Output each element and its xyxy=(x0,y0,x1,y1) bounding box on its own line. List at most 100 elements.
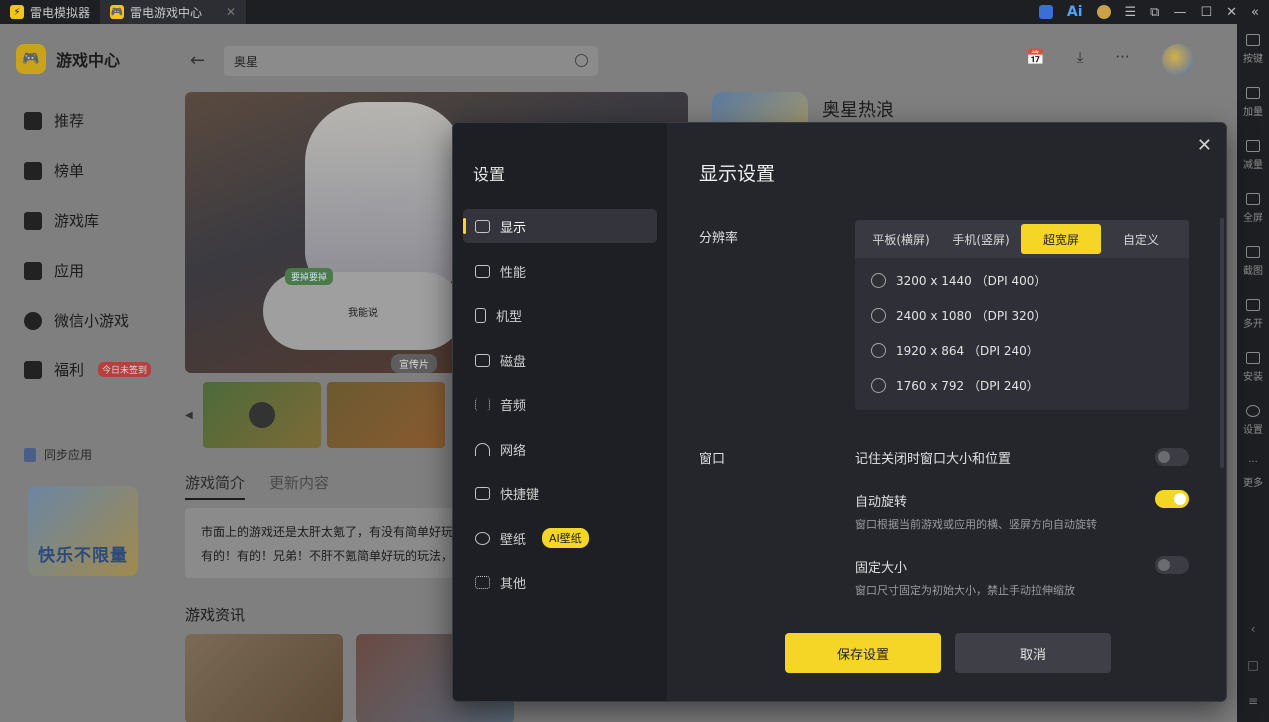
home-icon[interactable]: □ xyxy=(1247,658,1258,672)
phone-icon xyxy=(475,307,486,323)
sync-label: 同步应用 xyxy=(44,448,93,462)
resolution-option[interactable]: 3200 x 1440 （DPI 400） xyxy=(871,272,1046,289)
rb-screenshot[interactable]: 截图 xyxy=(1243,246,1263,299)
settings-menu-wallpaper[interactable]: 壁纸 AI壁纸 xyxy=(463,521,657,555)
settings-menu-display[interactable]: 显示 xyxy=(463,209,657,243)
sync-apps[interactable]: 同步应用 xyxy=(24,446,92,463)
maximize-icon[interactable]: ☐ xyxy=(1200,5,1212,20)
menu-label: 性能 xyxy=(500,265,527,281)
close-icon[interactable]: ✕ xyxy=(1197,135,1212,156)
rb-keyboard[interactable]: 按键 xyxy=(1243,34,1263,87)
settings-menu-audio[interactable]: 音频 xyxy=(463,387,657,421)
nav-item-library[interactable]: 游戏库 xyxy=(24,210,99,231)
settings-menu-other[interactable]: 其他 xyxy=(463,565,657,599)
scrollbar[interactable] xyxy=(1220,218,1224,468)
search-input[interactable]: 奥星 xyxy=(224,46,598,76)
promo-banner[interactable]: 快乐不限量 xyxy=(28,486,138,576)
tab-phone-portrait[interactable]: 手机(竖屏) xyxy=(941,224,1021,254)
tab-game-center[interactable]: 🎮 雷电游戏中心 ✕ xyxy=(100,0,247,24)
save-button[interactable]: 保存设置 xyxy=(785,633,941,673)
close-icon[interactable]: ✕ xyxy=(1226,5,1237,20)
gamepad-logo-icon: 🎮 xyxy=(16,44,46,74)
more-icon[interactable]: ··· xyxy=(1115,48,1129,66)
cancel-button[interactable]: 取消 xyxy=(955,633,1111,673)
tab-custom[interactable]: 自定义 xyxy=(1101,224,1181,254)
fixed-size-toggle[interactable] xyxy=(1155,556,1189,574)
signin-badge: 今日未签到 xyxy=(98,362,152,377)
radio-button[interactable] xyxy=(871,378,886,393)
radio-button[interactable] xyxy=(871,343,886,358)
settings-menu-network[interactable]: 网络 xyxy=(463,432,657,466)
thumbnail[interactable] xyxy=(327,382,445,448)
search-value: 奥星 xyxy=(234,54,259,69)
menu-label: 其他 xyxy=(500,576,527,592)
settings-menu-performance[interactable]: 性能 xyxy=(463,254,657,288)
audio-icon xyxy=(475,397,490,411)
resolution-option[interactable]: 1920 x 864 （DPI 240） xyxy=(871,342,1039,359)
ai-icon[interactable]: Ai xyxy=(1067,4,1083,20)
resolution-option[interactable]: 2400 x 1080 （DPI 320） xyxy=(871,307,1046,324)
back-icon[interactable]: ‹ xyxy=(1251,622,1256,636)
nav-item-apps[interactable]: 应用 xyxy=(24,260,84,281)
fullscreen-icon xyxy=(1246,193,1260,205)
tab-ultrawide[interactable]: 超宽屏 xyxy=(1021,224,1101,254)
avatar[interactable] xyxy=(1162,44,1194,76)
news-card[interactable] xyxy=(185,634,343,722)
tab-update-content[interactable]: 更新内容 xyxy=(269,472,329,500)
coin-icon[interactable] xyxy=(1096,5,1111,19)
settings-sidebar: 设置 显示 性能 机型 磁盘 音频 网络 快捷键 壁纸 AI壁纸 其他 xyxy=(453,123,667,701)
brand: 🎮 游戏中心 xyxy=(16,44,120,74)
scissors-icon xyxy=(1246,246,1260,258)
radio-button[interactable] xyxy=(871,308,886,323)
nav-item-welfare[interactable]: 福利 今日未签到 xyxy=(24,359,152,380)
rb-multi[interactable]: 多开 xyxy=(1243,299,1263,352)
collapse-icon[interactable]: « xyxy=(1251,5,1259,20)
settings-menu-disk[interactable]: 磁盘 xyxy=(463,343,657,377)
nav-item-recommend[interactable]: 推荐 xyxy=(24,110,84,131)
rb-label: 设置 xyxy=(1243,425,1263,436)
nav-item-wechat-games[interactable]: 微信小游戏 xyxy=(24,310,129,331)
back-arrow-icon[interactable]: ← xyxy=(190,50,205,71)
thumbnail[interactable] xyxy=(203,382,321,448)
search-icon[interactable] xyxy=(575,54,588,67)
tab-tablet-landscape[interactable]: 平板(横屏) xyxy=(861,224,941,254)
resolution-option-label: 1760 x 792 （DPI 240） xyxy=(896,379,1039,393)
settings-menu-hotkeys[interactable]: 快捷键 xyxy=(463,476,657,510)
nav-item-ranking[interactable]: 榜单 xyxy=(24,160,84,181)
download-icon[interactable]: ⤓ xyxy=(1077,48,1084,66)
rb-settings[interactable]: 设置 xyxy=(1243,405,1263,458)
nav-label: 榜单 xyxy=(54,162,85,180)
menu-label: 显示 xyxy=(500,220,527,236)
calendar-icon[interactable]: 📅 xyxy=(1026,48,1045,66)
rb-more[interactable]: ··· 更多 xyxy=(1243,458,1263,511)
prev-arrow-icon[interactable]: ◀ xyxy=(185,410,197,421)
radio-button[interactable] xyxy=(871,273,886,288)
popout-icon[interactable]: ⧉ xyxy=(1150,5,1159,20)
keyboard-icon xyxy=(1246,34,1260,46)
rb-volume-up[interactable]: 加量 xyxy=(1243,87,1263,140)
rb-volume-down[interactable]: 减量 xyxy=(1243,140,1263,193)
fixed-size-desc: 窗口尺寸固定为初始大小，禁止手动拉伸缩放 xyxy=(855,584,1075,597)
ld-logo-icon: ⚡ xyxy=(10,5,24,19)
settings-dialog: 设置 显示 性能 机型 磁盘 音频 网络 快捷键 壁纸 AI壁纸 其他 显示设置 … xyxy=(452,122,1227,702)
rb-fullscreen[interactable]: 全屏 xyxy=(1243,193,1263,246)
nav-label: 推荐 xyxy=(54,112,85,130)
settings-menu-model[interactable]: 机型 xyxy=(463,298,657,332)
hero-character xyxy=(305,102,465,292)
remember-window-toggle[interactable] xyxy=(1155,448,1189,466)
tab-game-intro[interactable]: 游戏简介 xyxy=(185,472,246,500)
auto-rotate-toggle[interactable] xyxy=(1155,490,1189,508)
tab-close-icon[interactable]: ✕ xyxy=(226,5,236,19)
recents-icon[interactable]: ≡ xyxy=(1248,694,1258,708)
right-toolbar: 按键 加量 减量 全屏 截图 多开 安装 设置 ··· 更多 ‹ □ ≡ xyxy=(1237,24,1269,722)
resolution-option[interactable]: 1760 x 792 （DPI 240） xyxy=(871,377,1039,394)
tab-ld-emulator[interactable]: ⚡ 雷电模拟器 xyxy=(0,0,100,24)
minimize-icon[interactable]: — xyxy=(1173,5,1186,20)
lightning-icon[interactable] xyxy=(1038,5,1053,19)
rb-label: 安装 xyxy=(1243,372,1263,383)
palette-icon xyxy=(475,531,490,545)
rb-label: 多开 xyxy=(1243,319,1263,330)
fixed-size-label: 固定大小 xyxy=(855,561,908,576)
rb-install[interactable]: 安装 xyxy=(1243,352,1263,405)
menu-icon[interactable]: ☰ xyxy=(1125,5,1137,20)
